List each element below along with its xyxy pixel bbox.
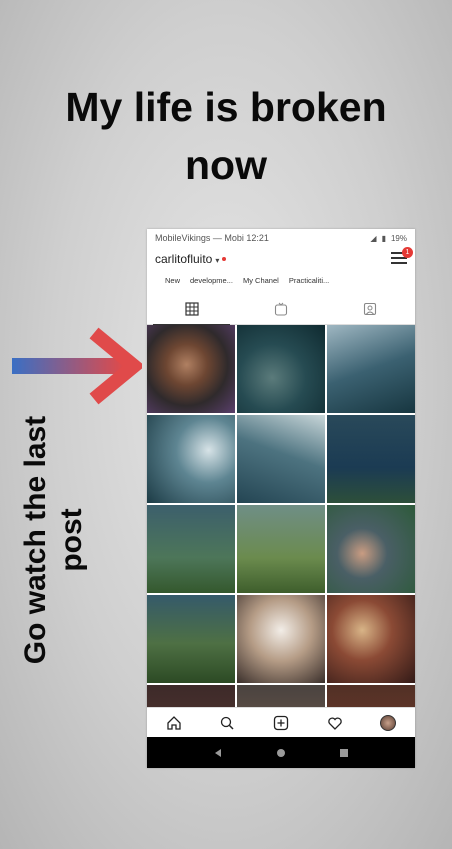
menu-button[interactable]: 1 bbox=[391, 247, 413, 266]
post-thumbnail[interactable] bbox=[237, 505, 325, 593]
post-thumbnail[interactable] bbox=[237, 595, 325, 683]
post-thumbnail[interactable] bbox=[147, 325, 235, 413]
bottom-navigation bbox=[147, 707, 415, 737]
chevron-down-icon: ▾ bbox=[215, 256, 220, 265]
highlight-development[interactable]: developme... bbox=[190, 276, 233, 285]
post-thumbnail[interactable] bbox=[327, 595, 415, 683]
tab-grid[interactable] bbox=[147, 293, 236, 325]
headline-line-1: My life is broken bbox=[65, 84, 387, 130]
clock: 12:21 bbox=[246, 233, 269, 243]
post-thumbnail[interactable] bbox=[237, 415, 325, 503]
battery-icon: ▮ bbox=[381, 233, 386, 243]
side-caption-line-1: Go watch the last bbox=[19, 415, 52, 665]
home-icon[interactable] bbox=[166, 715, 182, 731]
android-navigation-bar bbox=[147, 737, 415, 768]
battery-level: 19% bbox=[390, 233, 407, 243]
recents-icon[interactable] bbox=[339, 748, 349, 758]
heart-icon[interactable] bbox=[327, 715, 343, 731]
account-switcher[interactable]: carlitofluito ▾ bbox=[155, 250, 227, 268]
story-highlights: New developme... My Chanel Practicaliti.… bbox=[147, 271, 415, 289]
highlight-new[interactable]: New bbox=[165, 276, 180, 285]
add-post-icon[interactable] bbox=[273, 715, 289, 731]
headline-line-2: now bbox=[185, 142, 267, 188]
post-grid bbox=[147, 325, 415, 710]
headline: My life is broken now bbox=[0, 78, 452, 194]
tab-igtv[interactable] bbox=[236, 293, 325, 324]
menu-badge: 1 bbox=[402, 247, 413, 258]
tab-tagged[interactable] bbox=[326, 293, 415, 324]
notification-dot bbox=[222, 256, 227, 261]
carrier-label: MobileVikings — Mobi bbox=[155, 233, 244, 243]
post-thumbnail[interactable] bbox=[147, 415, 235, 503]
home-circle-icon[interactable] bbox=[276, 748, 286, 758]
post-thumbnail[interactable] bbox=[147, 595, 235, 683]
post-thumbnail[interactable] bbox=[327, 325, 415, 413]
search-icon[interactable] bbox=[219, 715, 235, 731]
profile-tabs bbox=[147, 293, 415, 325]
side-caption-line-2: post bbox=[55, 508, 88, 572]
phone-screenshot: MobileVikings — Mobi 12:21 ◢ ▮ 19% carli… bbox=[147, 229, 415, 768]
highlight-practicality[interactable]: Practicaliti... bbox=[289, 276, 329, 285]
back-icon[interactable] bbox=[213, 748, 223, 758]
status-bar: MobileVikings — Mobi 12:21 ◢ ▮ 19% bbox=[147, 229, 415, 247]
post-thumbnail[interactable] bbox=[147, 505, 235, 593]
tagged-icon bbox=[364, 302, 377, 315]
post-thumbnail[interactable] bbox=[327, 415, 415, 503]
igtv-icon bbox=[274, 302, 288, 316]
highlight-my-chanel[interactable]: My Chanel bbox=[243, 276, 279, 285]
post-thumbnail[interactable] bbox=[237, 325, 325, 413]
side-caption: Go watch the last post bbox=[18, 380, 90, 700]
grid-icon bbox=[185, 301, 199, 316]
signal-icon: ◢ bbox=[370, 233, 377, 243]
profile-header: carlitofluito ▾ 1 bbox=[147, 247, 415, 271]
profile-avatar[interactable] bbox=[380, 714, 397, 731]
post-thumbnail[interactable] bbox=[327, 505, 415, 593]
pointer-arrow-icon bbox=[12, 327, 142, 405]
username: carlitofluito bbox=[155, 252, 213, 266]
